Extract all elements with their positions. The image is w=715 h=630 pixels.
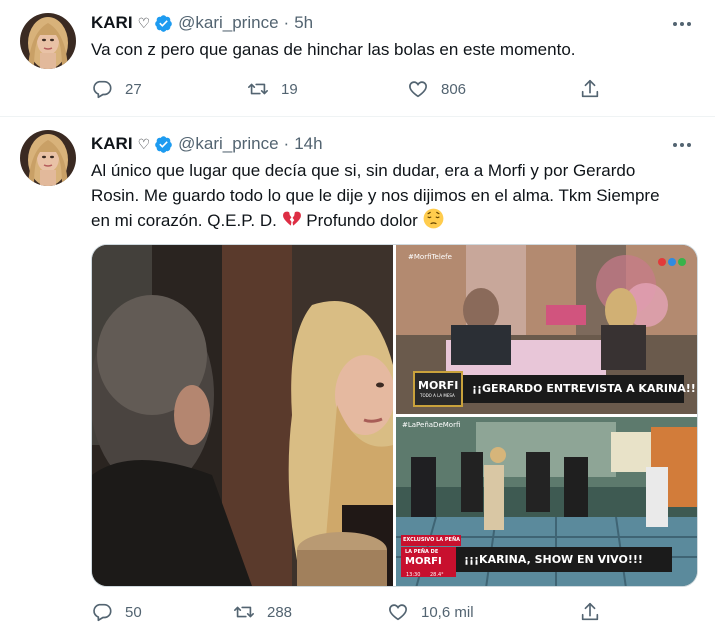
verified-badge-icon (155, 14, 172, 32)
tweet-text-segment: Profundo dolor (306, 211, 418, 230)
author-name[interactable]: KARI (91, 134, 133, 154)
avatar[interactable] (20, 130, 76, 186)
tweet-text-segment: en mi corazón. Q.E.P. D. (91, 211, 277, 230)
share-icon (581, 602, 599, 621)
broken-heart-icon (282, 211, 301, 226)
tweet-actions: 27 19 806 (91, 78, 611, 102)
separator-dot: · (283, 134, 290, 153)
author-handle[interactable]: @kari_prince (178, 134, 278, 154)
retweet-icon (234, 606, 254, 618)
tweet-actions: 50 288 10,6 mil (91, 601, 611, 625)
show-logo-top: LA PEÑA DE (405, 549, 439, 555)
tweet-text-line: en mi corazón. Q.E.P. D. Profundo dolor (91, 208, 691, 233)
hashtag-tag: #LaPeñaDeMorfi (402, 421, 461, 429)
like-button[interactable]: 10,6 mil (387, 601, 474, 623)
retweet-count: 19 (281, 80, 298, 98)
media-photo-live-show[interactable]: #LaPeñaDeMorfi EXCLUSIVO LA PEÑA LA PEÑA… (396, 417, 697, 586)
reply-button[interactable]: 50 (91, 601, 142, 623)
show-logo: MORFI (405, 556, 442, 567)
avatar[interactable] (20, 13, 76, 69)
separator-dot: · (283, 13, 290, 32)
exclusive-badge: EXCLUSIVO LA PEÑA (403, 537, 460, 543)
heart-icon (409, 81, 427, 98)
reply-count: 50 (125, 603, 142, 621)
author-handle[interactable]: @kari_prince (178, 13, 278, 33)
media-grid[interactable]: #MorfiTelefe MORFI TODO A LA MESA ¡¡GERA… (91, 244, 698, 587)
media-photo-interview-table[interactable]: #MorfiTelefe MORFI TODO A LA MESA ¡¡GERA… (396, 245, 697, 414)
tweet-header: KARI ♡ @kari_prince · 5h (91, 12, 313, 34)
share-button[interactable] (579, 601, 601, 623)
author-name[interactable]: KARI (91, 13, 133, 33)
lower-third-caption: ¡¡¡KARINA, SHOW EN VIVO!!! (464, 553, 643, 566)
show-logo-sub: TODO A LA MESA (420, 393, 455, 398)
reply-button[interactable]: 27 (91, 78, 142, 100)
name-heart-symbol: ♡ (137, 135, 151, 152)
clock-readout: 13:30 (406, 572, 421, 578)
name-heart-symbol: ♡ (137, 14, 151, 31)
tweet-2[interactable]: KARI ♡ @kari_prince · 14h Al único que l… (0, 117, 715, 630)
tweet-time[interactable]: 5h (294, 13, 313, 33)
more-options-button[interactable] (669, 134, 695, 156)
reply-count: 27 (125, 80, 142, 98)
show-logo: MORFI (418, 379, 459, 392)
share-button[interactable] (579, 78, 601, 100)
media-photo-interview-closeup[interactable] (92, 245, 393, 586)
reply-icon (93, 80, 112, 99)
tweet-time[interactable]: 14h (294, 134, 322, 154)
temperature-readout: 28.4° (430, 572, 444, 578)
hashtag-tag: #MorfiTelefe (408, 253, 452, 261)
retweet-icon (248, 83, 268, 95)
more-dots-icon (673, 143, 691, 147)
retweet-count: 288 (267, 603, 293, 621)
reply-icon (93, 603, 112, 622)
tweet-text: Va con z pero que ganas de hinchar las b… (91, 40, 576, 59)
retweet-button[interactable]: 19 (247, 78, 298, 100)
tweet-text-line: Rosin. Me guardo todo lo que le dije y n… (91, 186, 660, 205)
lower-third-caption: ¡¡GERARDO ENTREVISTA A KARINA!! (472, 382, 696, 395)
like-count: 10,6 mil (421, 603, 474, 621)
pensive-face-icon (423, 208, 443, 229)
verified-badge-icon (155, 135, 172, 153)
tweet-text-line: Al único que lugar que decía que si, sin… (91, 161, 636, 180)
share-icon (581, 79, 599, 98)
more-options-button[interactable] (669, 13, 695, 35)
tweet-header: KARI ♡ @kari_prince · 14h (91, 133, 323, 155)
retweet-button[interactable]: 288 (233, 601, 292, 623)
more-dots-icon (673, 22, 691, 26)
heart-icon (389, 604, 407, 621)
tweet-text: Al único que lugar que decía que si, sin… (91, 158, 691, 233)
tweet-1[interactable]: KARI ♡ @kari_prince · 5h Va con z pero q… (0, 0, 715, 116)
like-button[interactable]: 806 (407, 78, 466, 100)
like-count: 806 (441, 80, 467, 98)
